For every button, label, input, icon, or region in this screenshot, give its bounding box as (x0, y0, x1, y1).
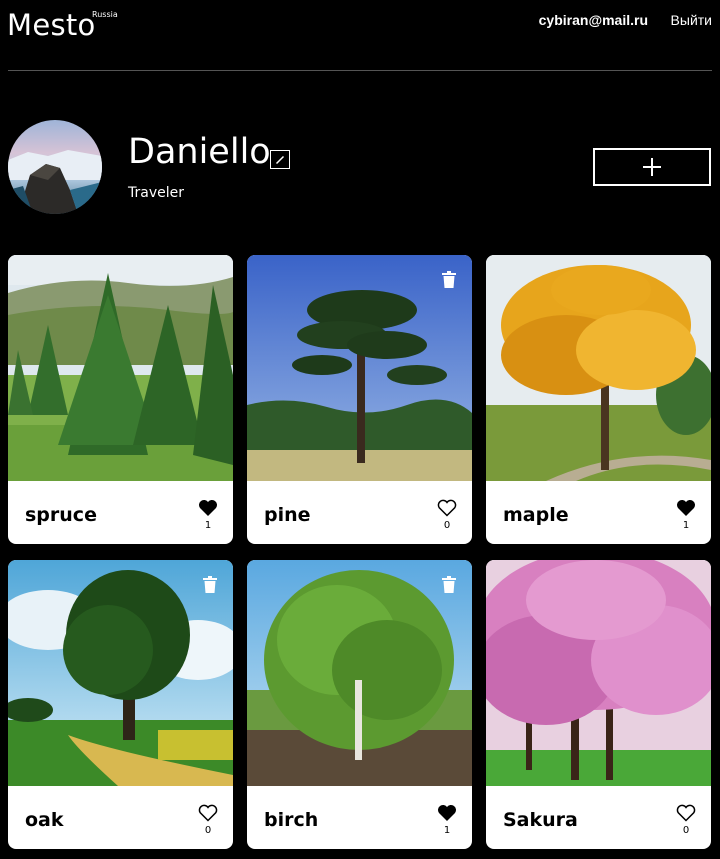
like-group: 0 (437, 499, 457, 531)
avatar-image (8, 120, 102, 214)
card: oak 0 (8, 560, 233, 849)
heart-filled-icon (677, 500, 695, 516)
avatar[interactable] (8, 120, 102, 214)
card-image[interactable] (8, 255, 233, 481)
delete-button[interactable] (203, 576, 217, 593)
trash-icon (442, 271, 456, 288)
page-header: Mesto Russia cybiran@mail.ru Выйти (0, 0, 720, 71)
trash-icon (442, 576, 456, 593)
like-button[interactable] (437, 804, 457, 822)
like-button[interactable] (198, 499, 218, 517)
trash-icon (203, 576, 217, 593)
heart-filled-icon (199, 500, 217, 516)
delete-button[interactable] (442, 271, 456, 288)
card: maple 1 (486, 255, 711, 544)
card-title: birch (264, 809, 319, 831)
user-email: cybiran@mail.ru (538, 12, 648, 28)
card-image[interactable] (8, 560, 233, 786)
heart-filled-icon (438, 805, 456, 821)
card: Sakura 0 (486, 560, 711, 849)
card-title: maple (503, 504, 569, 526)
card-title: oak (25, 809, 64, 831)
like-group: 1 (437, 804, 457, 836)
like-count: 0 (443, 520, 451, 531)
delete-button[interactable] (442, 576, 456, 593)
like-group: 0 (676, 804, 696, 836)
card-image[interactable] (247, 560, 472, 786)
like-button[interactable] (676, 499, 696, 517)
like-count: 1 (204, 520, 212, 531)
heart-outline-icon (198, 804, 218, 822)
like-group: 1 (676, 499, 696, 531)
logo[interactable]: Mesto (7, 8, 96, 42)
logout-link[interactable]: Выйти (671, 12, 712, 28)
card: pine 0 (247, 255, 472, 544)
like-button[interactable] (198, 804, 218, 822)
logo-region: Russia (92, 10, 118, 19)
like-group: 0 (198, 804, 218, 836)
card-image[interactable] (486, 255, 711, 481)
like-count: 1 (682, 520, 690, 531)
card-image[interactable] (247, 255, 472, 481)
card: spruce 1 (8, 255, 233, 544)
header-divider (8, 70, 712, 71)
plus-icon (643, 158, 661, 176)
card-image[interactable] (486, 560, 711, 786)
card: birch 1 (247, 560, 472, 849)
edit-profile-button[interactable] (270, 150, 290, 169)
like-count: 0 (204, 825, 212, 836)
add-card-button[interactable] (593, 148, 711, 186)
like-count: 0 (682, 825, 690, 836)
profile-about: Traveler (128, 185, 184, 201)
card-title: Sakura (503, 809, 578, 831)
like-count: 1 (443, 825, 451, 836)
like-group: 1 (198, 499, 218, 531)
heart-outline-icon (437, 499, 457, 517)
like-button[interactable] (676, 804, 696, 822)
card-title: pine (264, 504, 311, 526)
heart-outline-icon (676, 804, 696, 822)
card-title: spruce (25, 504, 97, 526)
profile-name: Daniello (128, 132, 271, 172)
like-button[interactable] (437, 499, 457, 517)
pencil-icon (275, 155, 285, 164)
